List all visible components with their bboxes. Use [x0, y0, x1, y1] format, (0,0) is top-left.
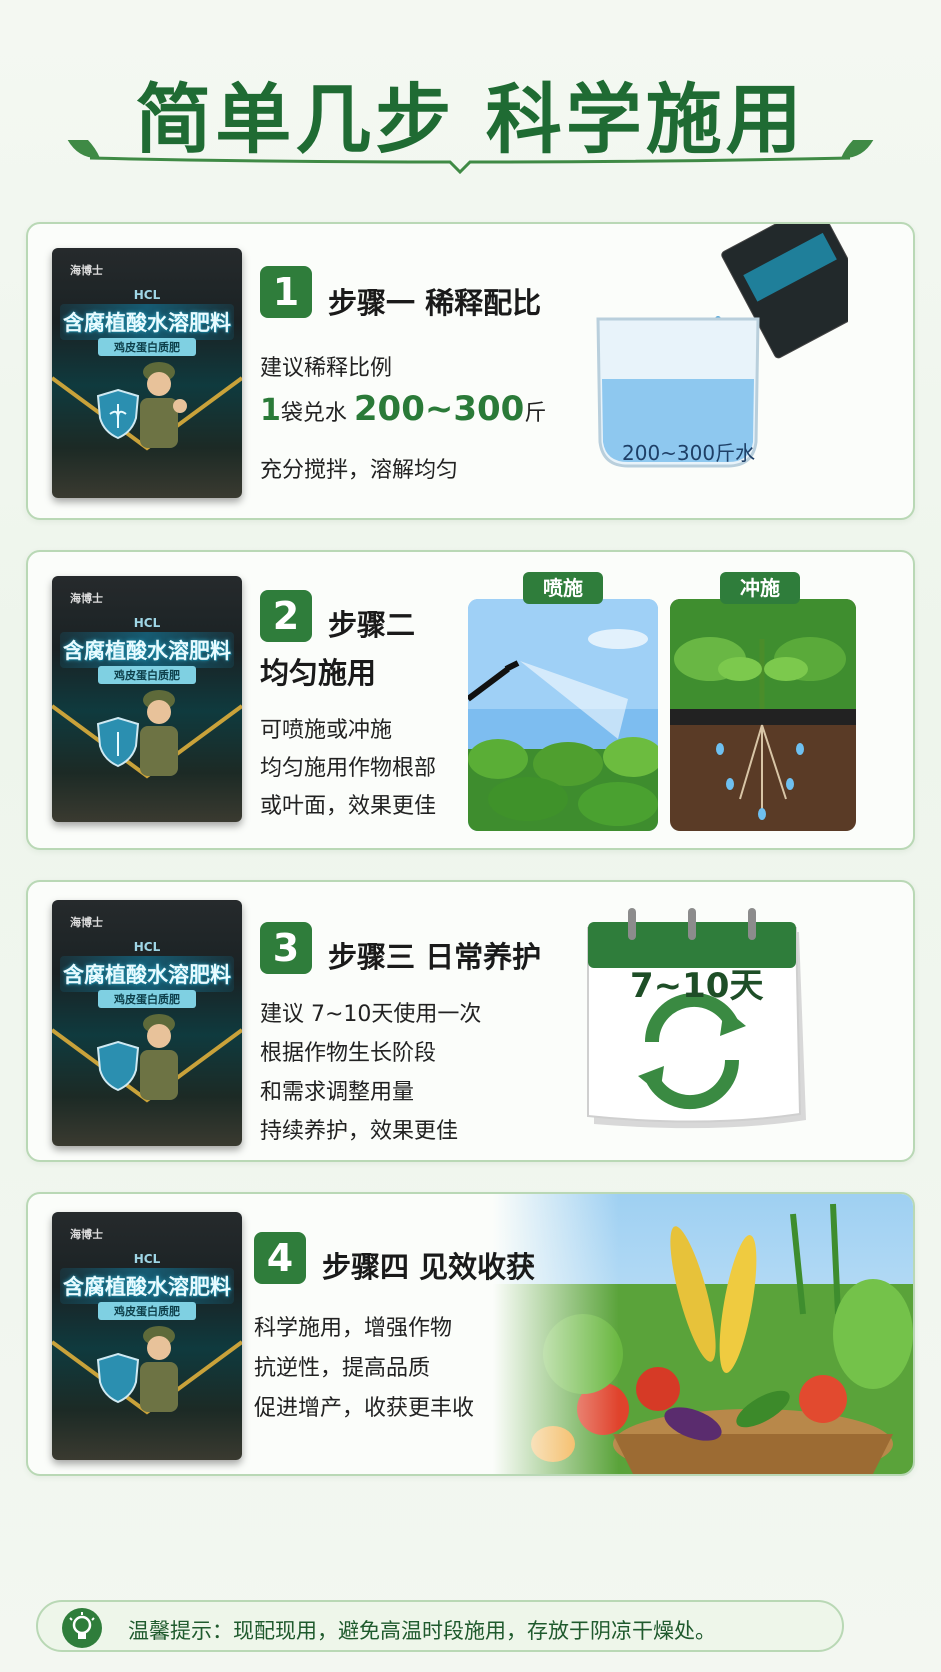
step-text-line: 和需求调整用量	[260, 1080, 415, 1105]
step-1-card: 海博士 HCL 含腐植酸水溶肥料 鸡皮蛋白质肥 1 步骤一 稀释配比 建议稀释比…	[26, 222, 915, 520]
product-tag: HCL	[133, 616, 161, 630]
product-subtitle: 鸡皮蛋白质肥	[98, 338, 196, 356]
calendar-icon	[587, 908, 806, 1129]
harvest-vegetables-illustration	[493, 1194, 913, 1474]
product-package: 海博士 HCL 含腐植酸水溶肥料 鸡皮蛋白质肥	[52, 1212, 242, 1460]
step-text-line: 促进增产，收获更丰收	[254, 1396, 475, 1421]
step-number: 1	[260, 266, 312, 318]
header: 简单几步 科学施用	[0, 0, 941, 200]
step-number: 2	[260, 590, 312, 642]
soldier-mascot-icon	[140, 362, 187, 448]
tip-bar: 温馨提示：现配现用，避免高温时段施用，存放于阴凉干燥处。	[36, 1600, 844, 1652]
step-number: 4	[254, 1232, 306, 1284]
product-brand: 海博士	[70, 592, 103, 605]
step-title: 步骤四 见效收获	[322, 1250, 536, 1284]
product-name: 含腐植酸水溶肥料	[60, 956, 234, 992]
soldier-mascot-icon	[140, 1014, 178, 1100]
step-text-line: 充分搅拌，溶解均匀	[260, 458, 459, 483]
spray-label: 喷施	[523, 572, 603, 604]
product-subtitle: 鸡皮蛋白质肥	[98, 990, 196, 1008]
step-text-line: 科学施用，增强作物	[254, 1316, 453, 1341]
step-text-line: 建议 7~10天使用一次	[260, 1002, 482, 1027]
soldier-mascot-icon	[140, 1326, 178, 1412]
product-brand: 海博士	[70, 1228, 103, 1241]
ratio-prefix: 1	[260, 393, 281, 428]
step-2-card: 海博士 HCL 含腐植酸水溶肥料 鸡皮蛋白质肥 2 步骤二 均匀施用 可喷施或冲…	[26, 550, 915, 850]
product-name: 含腐植酸水溶肥料	[60, 632, 234, 668]
step-text-line: 抗逆性，提高品质	[254, 1356, 431, 1381]
beaker-label: 200~300斤水	[622, 441, 756, 465]
step-title: 步骤一 稀释配比	[328, 286, 542, 320]
drip-panel	[670, 599, 856, 831]
product-brand: 海博士	[70, 264, 103, 277]
product-brand: 海博士	[70, 916, 103, 929]
product-name: 含腐植酸水溶肥料	[60, 304, 234, 340]
spray-panel	[468, 599, 658, 831]
product-name: 含腐植酸水溶肥料	[60, 1268, 234, 1304]
drip-label: 冲施	[720, 572, 800, 604]
ratio-mid: 袋兑水	[280, 401, 354, 426]
step-text-line: 可喷施或冲施	[260, 718, 393, 743]
drip-irrigation-illustration	[670, 599, 856, 831]
product-package: 海博士 HCL 含腐植酸水溶肥料 鸡皮蛋白质肥	[52, 248, 242, 498]
step-3-card: 海博士 HCL 含腐植酸水溶肥料 鸡皮蛋白质肥 3 步骤三 日常养护 建议 7~…	[26, 880, 915, 1162]
step-text-line: 或叶面，效果更佳	[260, 794, 437, 819]
lightbulb-icon	[62, 1608, 102, 1648]
product-tag: HCL	[133, 1252, 161, 1266]
ratio-value: 200~300	[353, 389, 525, 429]
step-text-line: 均匀施用作物根部	[260, 756, 437, 781]
calendar-label: 7~10天	[630, 966, 764, 1006]
product-tag: HCL	[133, 288, 161, 302]
step-number: 3	[260, 922, 312, 974]
step-title: 均匀施用	[260, 656, 377, 690]
product-package: 海博士 HCL 含腐植酸水溶肥料 鸡皮蛋白质肥	[52, 576, 242, 822]
soldier-mascot-icon	[140, 690, 178, 776]
ratio-unit: 斤	[524, 401, 547, 426]
product-tag: HCL	[133, 940, 161, 954]
step-4-card: 海博士 HCL 含腐植酸水溶肥料 鸡皮蛋白质肥 4 步骤四 见效收获 科学施用，…	[26, 1192, 915, 1476]
product-subtitle: 鸡皮蛋白质肥	[98, 666, 196, 684]
spray-illustration	[468, 599, 658, 831]
dilution-ratio: 1袋兑水 200~300斤	[260, 389, 546, 429]
leaf-divider	[67, 140, 874, 175]
tip-text: 温馨提示：现配现用，避免高温时段施用，存放于阴凉干燥处。	[128, 1619, 716, 1643]
step-text-line: 持续养护，效果更佳	[260, 1119, 459, 1144]
product-package: 海博士 HCL 含腐植酸水溶肥料 鸡皮蛋白质肥	[52, 900, 242, 1146]
product-subtitle: 鸡皮蛋白质肥	[98, 1302, 196, 1320]
step-title: 步骤三 日常养护	[328, 940, 542, 974]
step-text-line: 根据作物生长阶段	[260, 1041, 437, 1066]
step-title: 步骤二	[328, 608, 416, 642]
step-text-line: 建议稀释比例	[260, 356, 393, 381]
